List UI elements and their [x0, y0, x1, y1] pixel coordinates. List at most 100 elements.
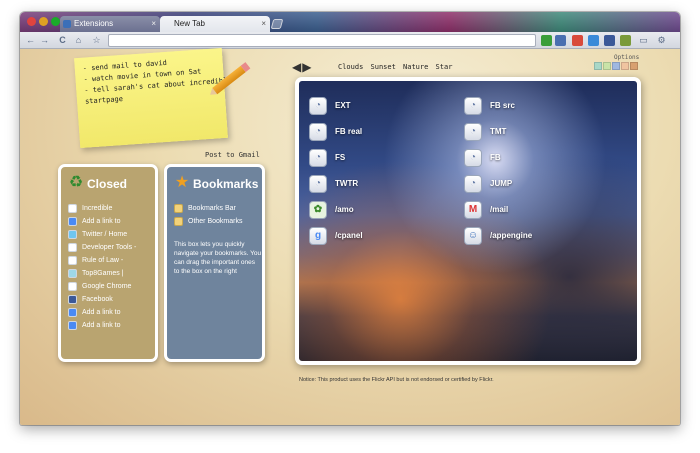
- list-item[interactable]: Developer Tools -: [68, 242, 151, 255]
- bookmark-folder[interactable]: Bookmarks Bar: [174, 203, 258, 216]
- theme-link-nature[interactable]: Nature: [403, 63, 428, 71]
- close-window-button[interactable]: [27, 17, 36, 26]
- speed-dial-label: FS: [335, 153, 346, 162]
- speed-dial-item[interactable]: M/mail: [464, 199, 508, 221]
- wrench-icon[interactable]: ⚙: [656, 35, 667, 46]
- list-item[interactable]: Top8Games |: [68, 268, 151, 281]
- sticky-note[interactable]: - send mail to david - watch movie in to…: [74, 47, 232, 149]
- site-icon: ◔: [309, 149, 327, 167]
- star-icon: ★: [174, 174, 190, 191]
- facebook-extension-icon[interactable]: [604, 35, 615, 46]
- speed-dial-label: TMT: [490, 127, 507, 136]
- puzzle-icon: ✿: [309, 201, 327, 219]
- list-item-label: Twitter / Home: [82, 231, 128, 238]
- site-icon: [68, 204, 77, 213]
- panel-title: Bookmarks: [193, 177, 259, 191]
- arrow-right-icon[interactable]: ▶: [302, 60, 312, 74]
- tab-extensions[interactable]: Extensions ×: [60, 16, 160, 32]
- speed-dial-item[interactable]: ✿ /amo: [309, 199, 354, 221]
- theme-links: Clouds Sunset Nature Star: [338, 63, 455, 71]
- bookmark-label: Bookmarks Bar: [188, 205, 236, 212]
- color-swatch[interactable]: [603, 62, 611, 70]
- theme-link-star[interactable]: Star: [436, 63, 453, 71]
- folder-icon: [174, 217, 183, 226]
- list-item[interactable]: Rule of Law -: [68, 255, 151, 268]
- play-extension-icon[interactable]: [555, 35, 566, 46]
- speed-dial-item[interactable]: ◔ TWTR: [309, 173, 358, 195]
- list-item-label: Incredible: [82, 205, 113, 212]
- site-icon: ◔: [309, 123, 327, 141]
- arrow-extension-icon[interactable]: [541, 35, 552, 46]
- list-item[interactable]: Add a link to: [68, 320, 151, 333]
- puzzle-icon: [63, 20, 71, 28]
- list-item-label: Add a link to: [82, 218, 121, 225]
- options-link[interactable]: Options: [614, 54, 639, 61]
- arrow-left-icon[interactable]: ◀: [292, 60, 302, 74]
- speed-dial-item[interactable]: ◔ FB real: [309, 121, 362, 143]
- site-icon: ◔: [309, 175, 327, 193]
- flickr-notice: Notice: This product uses the Flickr API…: [299, 377, 494, 383]
- closed-tabs-panel: ♻ Closed Incredible Add a link to Twitte…: [58, 164, 158, 362]
- color-swatch[interactable]: [630, 62, 638, 70]
- site-icon: ◔: [464, 123, 482, 141]
- extension-icon[interactable]: [620, 35, 631, 46]
- minimize-window-button[interactable]: [39, 17, 48, 26]
- list-item-label: Google Chrome: [82, 283, 132, 290]
- forward-button[interactable]: →: [39, 35, 50, 46]
- reload-button[interactable]: C: [57, 35, 68, 46]
- site-icon: [68, 256, 77, 265]
- star-button[interactable]: ☆: [91, 35, 102, 46]
- list-item[interactable]: Twitter / Home: [68, 229, 151, 242]
- speed-dial-panel: ◔ EXT ◔ FB src ◔ FB real ◔ TMT ◔ FS ◔ FB ◔ TWTR…: [295, 77, 641, 365]
- site-icon: ◔: [464, 97, 482, 115]
- speed-dial-label: /mail: [490, 205, 509, 214]
- page-menu-icon[interactable]: ▭: [638, 35, 649, 46]
- home-button[interactable]: ⌂: [73, 35, 84, 46]
- list-item-label: Developer Tools -: [82, 244, 137, 251]
- site-icon: [68, 269, 77, 278]
- color-swatch[interactable]: [612, 62, 620, 70]
- list-item[interactable]: Add a link to: [68, 307, 151, 320]
- list-item[interactable]: Google Chrome: [68, 281, 151, 294]
- theme-link-sunset[interactable]: Sunset: [371, 63, 396, 71]
- speed-dial-label: EXT: [335, 101, 351, 110]
- speed-dial-item[interactable]: ☺ /appengine: [464, 225, 532, 247]
- tab-new-tab[interactable]: New Tab ×: [160, 16, 270, 32]
- speed-dial-label: FB: [490, 153, 501, 162]
- color-swatch[interactable]: [594, 62, 602, 70]
- site-icon: [68, 243, 77, 252]
- bookmark-label: Other Bookmarks: [188, 218, 243, 225]
- theme-arrows[interactable]: ◀▶: [292, 60, 312, 74]
- post-to-gmail-link[interactable]: Post to Gmail: [205, 151, 260, 159]
- google-icon: [68, 308, 77, 317]
- google-icon: g: [309, 227, 327, 245]
- speed-dial-label: FB src: [490, 101, 515, 110]
- speed-dial-item[interactable]: g/cpanel: [309, 225, 363, 247]
- site-icon: [68, 282, 77, 291]
- users-icon: ☺: [464, 227, 482, 245]
- address-bar[interactable]: [108, 34, 536, 47]
- speed-dial-item[interactable]: ◔ FS: [309, 147, 345, 169]
- speed-dial-item[interactable]: ◔ JUMP: [464, 173, 512, 195]
- theme-link-clouds[interactable]: Clouds: [338, 63, 363, 71]
- zoom-window-button[interactable]: [51, 17, 60, 26]
- color-swatch[interactable]: [621, 62, 629, 70]
- bookmark-folder[interactable]: Other Bookmarks: [174, 216, 258, 229]
- list-item-label: Facebook: [82, 296, 113, 303]
- extension-icon[interactable]: [572, 35, 583, 46]
- list-item[interactable]: Facebook: [68, 294, 151, 307]
- close-icon[interactable]: ×: [151, 16, 156, 32]
- list-item[interactable]: Incredible: [68, 203, 151, 216]
- close-icon[interactable]: ×: [261, 16, 266, 32]
- speed-dial-item[interactable]: ◔ FB: [464, 147, 501, 169]
- list-item-label: Add a link to: [82, 322, 121, 329]
- speed-dial-item[interactable]: ◔ EXT: [309, 95, 351, 117]
- recycle-icon: ♻: [68, 174, 84, 191]
- list-item[interactable]: Add a link to: [68, 216, 151, 229]
- speed-dial-label: /cpanel: [335, 231, 363, 240]
- extension-icon[interactable]: [588, 35, 599, 46]
- back-button[interactable]: ←: [25, 35, 36, 46]
- speed-dial-item[interactable]: ◔ TMT: [464, 121, 506, 143]
- site-icon: ◔: [309, 97, 327, 115]
- speed-dial-item[interactable]: ◔ FB src: [464, 95, 515, 117]
